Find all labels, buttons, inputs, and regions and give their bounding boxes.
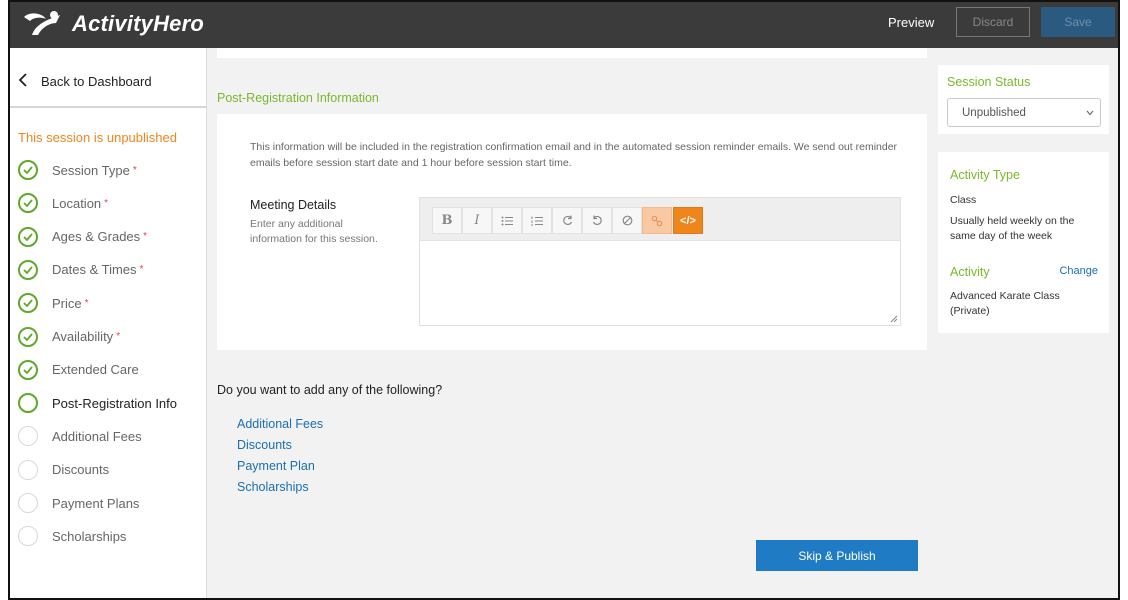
activity-type-description: Usually held weekly on the same day of t… [950,215,1075,242]
sidebar-step[interactable]: Extended Care [18,358,208,382]
discard-button[interactable]: Discard [956,7,1030,37]
bold-icon[interactable]: B [432,207,462,234]
sidebar-step-label: Payment Plans [52,495,140,511]
required-marker: * [143,231,148,243]
meeting-details-title: Meeting Details [250,198,337,212]
section-description: This information will be included in the… [250,141,898,169]
sidebar-step[interactable]: Dates & Times * [18,258,208,282]
sidebar-step-label: Additional Fees [52,428,142,444]
sidebar-step[interactable]: Discounts [18,458,208,482]
meeting-details-help: Enter any additional information for thi… [250,218,378,245]
check-circle-icon [18,226,38,247]
sidebar-step-label: Scholarships [52,528,127,544]
sidebar-step[interactable]: Post-Registration Info [18,391,208,415]
check-circle-icon [18,160,38,180]
link-icon[interactable] [642,207,672,234]
unpublished-note: This session is unpublished [18,130,177,145]
save-button[interactable]: Save [1041,7,1115,37]
chevron-down-icon [1086,110,1094,116]
check-circle-icon [18,293,38,314]
redo-icon[interactable] [552,207,582,234]
editor-content[interactable] [420,242,900,326]
check-circle-icon [18,326,38,347]
empty-circle-icon [18,393,38,414]
session-status-title: Session Status [947,75,1031,89]
activity-type-title: Activity Type [950,168,1020,182]
resize-handle-icon[interactable] [890,315,898,323]
required-marker: * [104,197,109,209]
sidebar-step[interactable]: Payment Plans [18,491,208,515]
chevron-left-icon [18,73,27,87]
sidebar-step-label: Ages & Grades [52,229,141,245]
back-label: Back to Dashboard [41,74,152,89]
sidebar-step-label: Availability [52,329,114,344]
check-circle-icon [18,359,38,380]
sidebar-step-label: Extended Care [52,362,139,378]
session-status-value: Unpublished [962,106,1026,119]
clear-format-icon[interactable] [612,207,642,234]
activity-value: Advanced Karate Class (Private) [950,290,1060,317]
payment-plan-link[interactable]: Payment Plan [237,459,315,473]
additional-fees-link[interactable]: Additional Fees [237,417,323,431]
session-status-card: Session Status Unpublished [938,65,1109,134]
post-registration-card: This information will be included in the… [217,114,927,350]
meeting-details-editor: B I </> [419,197,901,326]
sidebar-step[interactable]: Ages & Grades * [18,225,208,249]
activity-type-value: Class [950,194,977,206]
activity-info-card: Activity Type Class Usually held weekly … [938,152,1109,333]
activity-title: Activity [950,265,990,279]
sidebar-step[interactable]: Price * [18,291,208,315]
check-circle-icon [18,259,38,280]
section-title: Post-Registration Information [217,91,379,105]
code-view-icon[interactable]: </> [673,207,703,234]
logo-text: ActivityHero [72,11,204,36]
required-marker: * [116,331,121,342]
empty-circle-icon [18,459,38,480]
sidebar-step[interactable]: Location * [18,191,208,215]
sidebar-step[interactable]: Additional Fees [18,424,208,448]
numbered-list-icon[interactable] [522,207,552,234]
sidebar-step-label: Discounts [52,462,110,478]
sidebar-step[interactable]: Availability * [18,325,208,349]
back-to-dashboard-link[interactable]: Back to Dashboard [10,48,207,108]
sidebar-step-label: Dates & Times [52,262,137,278]
add-options-question: Do you want to add any of the following? [217,383,443,397]
check-circle-icon [18,193,38,214]
required-marker: * [84,297,89,309]
italic-icon[interactable]: I [462,207,492,234]
empty-circle-icon [18,493,38,513]
empty-circle-icon [18,426,38,447]
discounts-link[interactable]: Discounts [237,438,292,452]
logo[interactable]: ActivityHero [20,8,204,40]
sidebar-step-label: Post-Registration Info [52,395,178,411]
required-marker: * [139,264,144,276]
bulleted-list-icon[interactable] [492,207,522,234]
sidebar: Back to Dashboard This session is unpubl… [10,48,208,598]
activityhero-logo-icon [24,11,60,35]
sidebar-step[interactable]: Scholarships [18,524,208,548]
sidebar-step-label: Session Type [52,162,130,178]
undo-icon[interactable] [582,207,612,234]
preview-link[interactable]: Preview [888,15,934,30]
required-marker: * [132,164,137,176]
previous-card [217,48,927,58]
app-frame: ActivityHero Preview Discard Save Back t… [8,0,1120,600]
top-bar: ActivityHero Preview Discard Save [10,2,1118,48]
skip-and-publish-button[interactable]: Skip & Publish [756,540,918,571]
sidebar-step-label: Location [52,195,102,211]
session-status-select[interactable]: Unpublished [947,98,1101,127]
sidebar-step-label: Price [52,295,82,311]
editor-toolbar: B I </> [420,198,900,241]
change-activity-link[interactable]: Change [1059,265,1098,277]
scholarships-link[interactable]: Scholarships [237,480,309,494]
empty-circle-icon [18,526,38,547]
sidebar-step[interactable]: Session Type * [18,158,208,182]
